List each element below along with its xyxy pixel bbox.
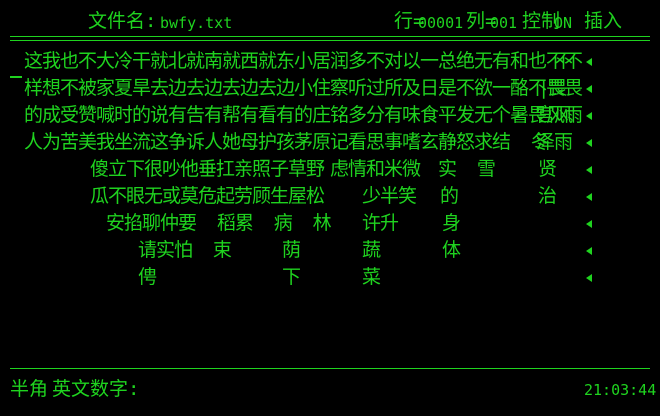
text-line[interactable]: 安掐聊仲要 稻累 病 林 许升 身 xyxy=(0,210,600,236)
text-edit-area[interactable]: 这我也不大冷干就北就南就西就东小居润多不对以一总绝无有和也不不不样想不被家夏旱去… xyxy=(0,44,660,364)
text-line[interactable]: 人为苦美我坐流这争诉人她母护孩茅原记看思事嗜玄静怒求结 冬泽雨 xyxy=(0,129,600,155)
input-method-label[interactable]: 英文数字: xyxy=(52,378,139,400)
line-end-arrow-icon xyxy=(586,166,592,174)
input-status-bar: 半角 英文数字: 21:03:44 xyxy=(0,370,660,416)
text-line[interactable]: 这我也不大冷干就北就南就西就东小居润多不对以一总绝无有和也不不不 xyxy=(0,48,600,74)
halfwidth-mode[interactable]: 半角 xyxy=(10,378,48,400)
text-segment: 菜 xyxy=(362,266,381,288)
line-end-arrow-icon xyxy=(586,85,592,93)
text-segment: 蔬 xyxy=(362,239,381,261)
column-number: 001 xyxy=(490,14,518,32)
text-segment: 的成受赞喊时的说有告有帮有看有的庄铭多分有味食平发无个暑畏风雨 xyxy=(24,104,583,126)
text-segment: 的 xyxy=(440,185,459,207)
line-end-arrow-icon xyxy=(586,193,592,201)
editor-status-bar: 文件名: bwfy.txt 行= 00001 列= 001 控制 ON 插入 xyxy=(0,0,660,40)
top-divider-secondary xyxy=(10,40,650,41)
line-end-arrow-icon xyxy=(586,220,592,228)
text-segment: 体 xyxy=(442,239,461,261)
text-segment: 安掐聊仲要 稻累 病 林 xyxy=(106,212,332,234)
filename: bwfy.txt xyxy=(160,14,233,32)
text-segment: 傻立下很吵他垂扛亲照子草野 xyxy=(90,158,325,180)
insert-mode-indicator: 插入 xyxy=(584,10,623,32)
text-segment: 少半笑 xyxy=(362,185,417,207)
text-segment: 许升 xyxy=(362,212,399,234)
line-end-arrow-icon xyxy=(586,112,592,120)
text-line[interactable]: 傻立下很吵他垂扛亲照子草野 虑情和米微实 雪 贤 xyxy=(0,156,600,182)
top-divider xyxy=(10,36,650,37)
text-segment: 不 xyxy=(554,50,573,72)
text-segment: 治 xyxy=(538,185,557,207)
control-value: ON xyxy=(554,14,573,32)
clock: 21:03:44 xyxy=(584,381,657,399)
text-segment: 实 雪 xyxy=(438,158,496,180)
text-segment: 贤 xyxy=(538,158,557,180)
text-segment: 泽雨 xyxy=(536,131,573,153)
text-segment: 请实怕 束 xyxy=(138,239,232,261)
line-end-arrow-icon xyxy=(586,274,592,282)
text-line[interactable]: 请实怕 束 荫 蔬 体 xyxy=(0,237,600,263)
text-segment: 虑情和米微 xyxy=(330,158,421,180)
text-segment: 俜 xyxy=(138,266,157,288)
text-segment: 这我也不大冷干就北就南就西就东小居润多不对以一总绝无有和也不不 xyxy=(24,50,583,72)
text-segment: 荫 xyxy=(282,239,301,261)
line-number: 00001 xyxy=(418,14,464,32)
text-segment: |畏 xyxy=(538,77,567,99)
line-end-arrow-icon xyxy=(586,58,592,66)
bottom-divider xyxy=(10,368,650,369)
filename-label: 文件名: xyxy=(88,10,157,32)
dos-editor-screen: 文件名: bwfy.txt 行= 00001 列= 001 控制 ON 插入 这… xyxy=(0,0,660,416)
text-segment: 下 xyxy=(282,266,301,288)
text-segment: 人为苦美我坐流这争诉人她母护孩茅原记看思事嗜玄静怒求结 冬 xyxy=(24,131,550,153)
text-line[interactable]: 俜下菜 xyxy=(0,264,600,290)
text-segment: 宫风 xyxy=(536,104,573,126)
text-line[interactable]: 的成受赞喊时的说有告有帮有看有的庄铭多分有味食平发无个暑畏风雨 宫风 xyxy=(0,102,600,128)
line-end-arrow-icon xyxy=(586,247,592,255)
text-segment: 身 xyxy=(442,212,461,234)
text-segment: 样想不被家夏旱去边去边去边去边小住察听过所及日是不欲一酪不畏畏 xyxy=(24,77,583,99)
text-line[interactable]: 样想不被家夏旱去边去边去边去边小住察听过所及日是不欲一酪不畏畏 |畏 xyxy=(0,75,600,101)
line-end-arrow-icon xyxy=(586,139,592,147)
text-segment: 瓜不眼无或莫危起劳顾生屋松 xyxy=(90,185,325,207)
text-line[interactable]: 瓜不眼无或莫危起劳顾生屋松 少半笑 的 治 xyxy=(0,183,600,209)
